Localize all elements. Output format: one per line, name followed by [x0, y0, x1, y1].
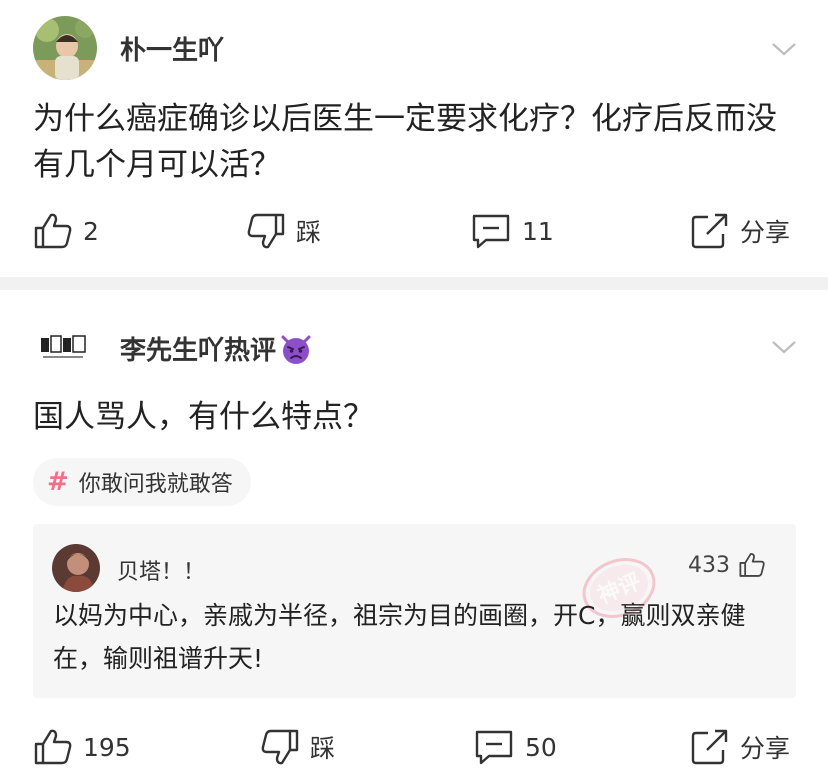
- comment-button[interactable]: 11: [470, 212, 554, 250]
- hashtag-icon: #: [47, 467, 69, 497]
- purple-devil-emoji-icon: [281, 335, 311, 364]
- comment-icon: [472, 214, 510, 249]
- share-icon: [691, 729, 728, 765]
- post-card: 李先生吖热评 国人骂人，有什么特点？ # 你敢问我就敢答 贝塔！！ 433 神评…: [0, 290, 828, 777]
- like-button[interactable]: 195: [33, 728, 131, 766]
- comment-count: 50: [525, 732, 557, 762]
- commenter-name[interactable]: 贝塔！！: [117, 554, 205, 586]
- like-count: 195: [83, 732, 131, 762]
- thumbs-up-icon: [34, 213, 72, 249]
- user-avatar[interactable]: [33, 318, 93, 378]
- chevron-down-icon[interactable]: [771, 339, 797, 355]
- section-divider: [0, 277, 828, 290]
- share-label: 分享: [740, 218, 791, 247]
- thumbs-down-icon: [247, 213, 285, 249]
- comment-like-count: 433: [688, 552, 730, 578]
- chevron-down-icon[interactable]: [771, 41, 797, 57]
- share-icon: [691, 213, 728, 249]
- commenter-avatar[interactable]: [52, 544, 100, 592]
- comment-button[interactable]: 50: [473, 728, 557, 766]
- thumbs-up-icon: [34, 729, 72, 765]
- comment-count: 11: [522, 216, 554, 246]
- thumbs-up-icon: [739, 553, 765, 577]
- like-button[interactable]: 2: [33, 212, 99, 250]
- thumbs-down-icon: [261, 729, 299, 765]
- username[interactable]: 李先生吖热评: [120, 330, 313, 367]
- comment-icon: [475, 730, 513, 765]
- comment-text: 以妈为中心，亲戚为半径，祖宗为目的画圈，开C，赢则双亲健在，输则祖谱升天!: [53, 601, 746, 673]
- user-avatar[interactable]: [33, 16, 97, 80]
- share-button[interactable]: 分享: [690, 728, 790, 766]
- topic-label: 你敢问我就敢答: [78, 472, 233, 497]
- dislike-label: 踩: [296, 218, 322, 247]
- like-count: 2: [83, 216, 99, 246]
- share-button[interactable]: 分享: [690, 212, 790, 250]
- dislike-button[interactable]: 踩: [260, 728, 335, 766]
- hot-comment[interactable]: 贝塔！！ 433 神评 以妈为中心，亲戚为半径，祖宗为目的画圈，开C，赢则双亲健…: [33, 524, 796, 698]
- topic-tag[interactable]: # 你敢问我就敢答: [33, 458, 251, 506]
- post-card: 朴一生吖 为什么癌症确诊以后医生一定要求化疗？化疗后反而没有几个月可以活？ 2 …: [0, 0, 828, 277]
- comment-like-button[interactable]: 433: [688, 552, 766, 578]
- dislike-button[interactable]: 踩: [246, 212, 321, 250]
- share-label: 分享: [740, 734, 791, 763]
- username[interactable]: 朴一生吖: [120, 30, 224, 67]
- post-content[interactable]: 为什么癌症确诊以后医生一定要求化疗？化疗后反而没有几个月可以活？: [33, 96, 803, 188]
- dislike-label: 踩: [310, 734, 336, 763]
- username-text: 李先生吖热评: [120, 336, 277, 366]
- post-content[interactable]: 国人骂人，有什么特点？: [33, 394, 803, 440]
